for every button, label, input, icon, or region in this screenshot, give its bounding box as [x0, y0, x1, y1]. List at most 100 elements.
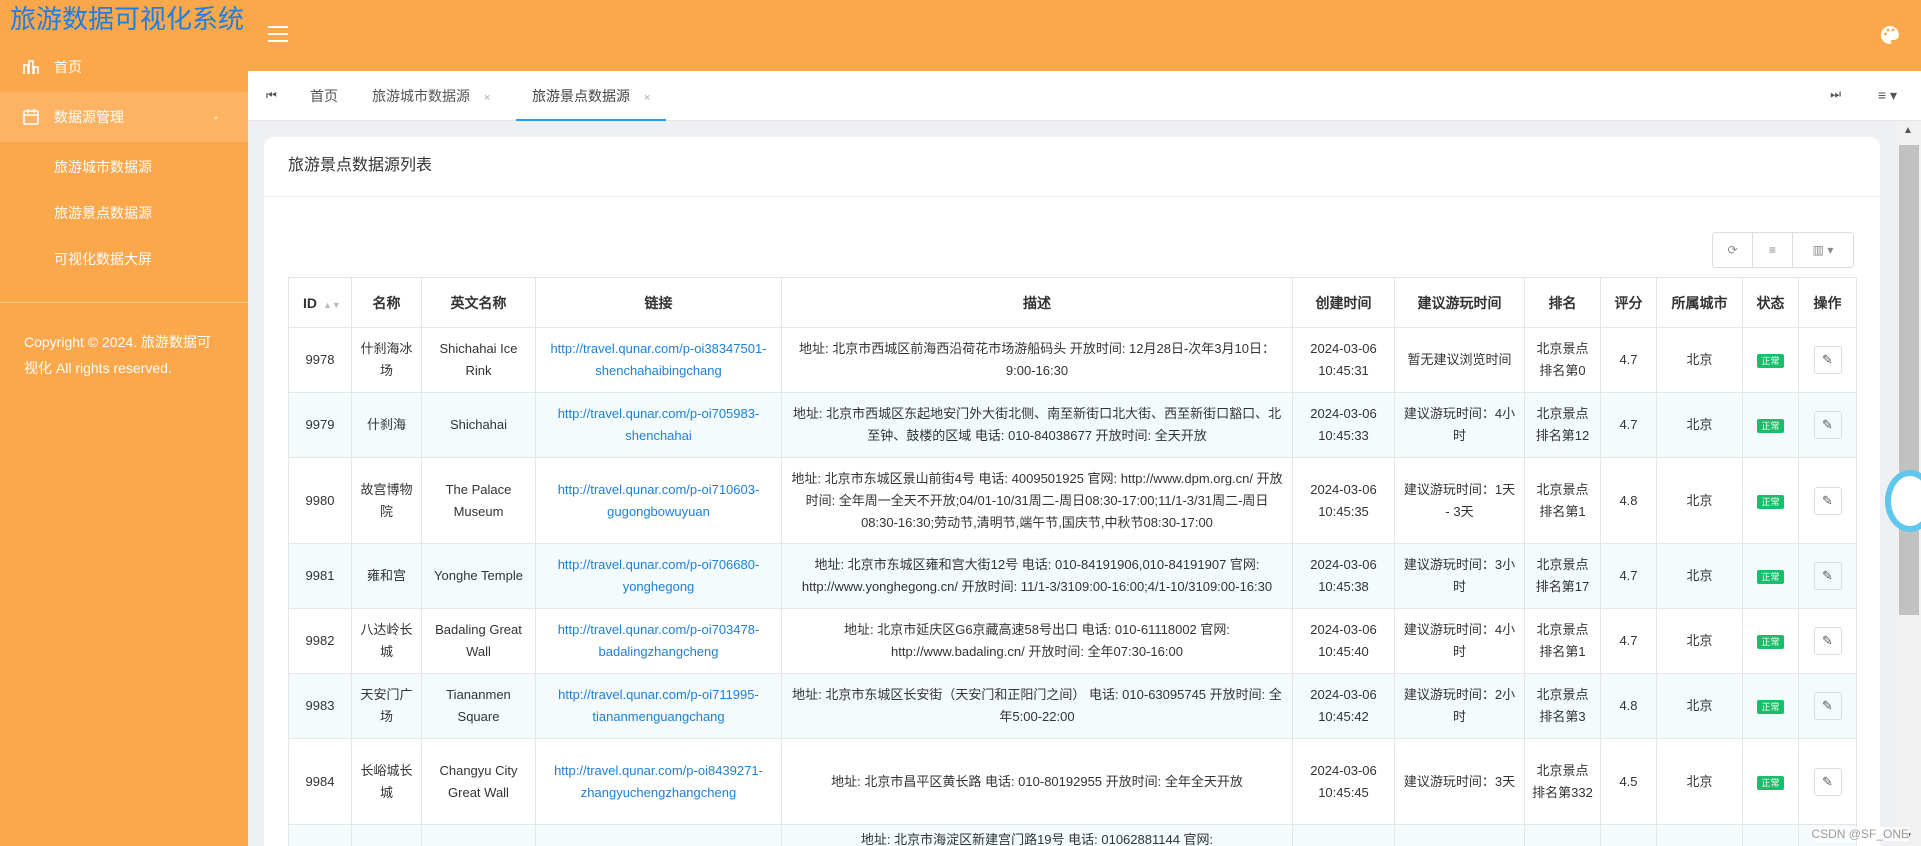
cell-actions: ✎ [1798, 457, 1857, 544]
tab-home[interactable]: 首页 [310, 71, 338, 121]
tab-close-icon[interactable]: × [644, 92, 650, 104]
cell-link: http://travel.qunar.com/p-oi703478-badal… [535, 608, 782, 674]
cell-id: 9979 [288, 392, 352, 458]
cell-city: 北京 [1656, 608, 1743, 674]
cell-rank [1524, 824, 1601, 846]
cell-city: 北京 [1656, 673, 1743, 739]
sidebar-item-datasource[interactable]: 数据源管理 ⌄ [0, 92, 248, 142]
cell-link: http://travel.qunar.com/p-oi710603-gugon… [535, 457, 782, 544]
col-header-city: 所属城市 [1656, 277, 1743, 328]
toggle-view-icon[interactable]: ≡ [1753, 233, 1793, 267]
tab-menu-icon[interactable]: ≡ ▾ [1878, 87, 1897, 104]
spot-link[interactable]: http://travel.qunar.com/p-oi711995-tiana… [558, 687, 759, 724]
cell-city: 北京 [1656, 392, 1743, 458]
tab-prev-icon[interactable]: ⏮ [266, 88, 277, 103]
col-header-actions: 操作 [1798, 277, 1857, 328]
edit-icon[interactable]: ✎ [1813, 767, 1842, 796]
cell-status: 正常 [1742, 327, 1799, 393]
col-header-status: 状态 [1742, 277, 1799, 328]
table-toolbar: ⟳ ≡ ▥ ▾ [1712, 232, 1854, 268]
spot-link[interactable]: http://travel.qunar.com/p-oi706680-yongh… [558, 557, 760, 594]
cell-duration: 建议游玩时间：2小时 [1394, 673, 1525, 739]
edit-icon[interactable]: ✎ [1813, 627, 1842, 655]
cell-created: 2024-03-06 10:45:38 [1292, 543, 1395, 609]
status-badge: 正常 [1757, 570, 1784, 584]
floating-assistant-icon[interactable] [1885, 470, 1921, 532]
sidebar-item-home[interactable]: 首页 [0, 42, 248, 92]
edit-icon[interactable]: ✎ [1813, 346, 1842, 374]
status-badge: 正常 [1757, 494, 1784, 509]
cell-link: http://travel.qunar.com/p-oi711995-tiana… [535, 673, 782, 739]
cell-id: 9981 [288, 543, 352, 609]
sidebar-subitem-spot-datasource[interactable]: 旅游景点数据源 [0, 190, 248, 236]
edit-icon[interactable]: ✎ [1813, 562, 1842, 590]
col-header-rank: 排名 [1524, 277, 1601, 328]
cell-name: 雍和宫 [351, 543, 422, 609]
col-header-created: 创建时间 [1292, 277, 1395, 328]
cell-en-name: Shichahai Ice Rink [421, 327, 536, 393]
cell-desc: 地址: 北京市东城区景山前街4号 电话: 4009501925 官网: http… [781, 457, 1293, 544]
cell-id: 9983 [288, 673, 352, 739]
spot-link[interactable]: http://travel.qunar.com/p-oi703478-badal… [558, 622, 760, 659]
cell-created: 2024-03-06 10:45:42 [1292, 673, 1395, 739]
table-header-row: ID ▲▼ 名称 英文名称 链接 描述 创建时间 建议游玩时间 排名 评分 所属城… [288, 277, 1857, 328]
sidebar-submenu: 旅游城市数据源 旅游景点数据源 可视化数据大屏 [0, 142, 248, 303]
cell-en-name: Shichahai [421, 392, 536, 458]
cell-name: 故宫博物院 [351, 457, 422, 544]
tab-city-datasource[interactable]: 旅游城市数据源 × [372, 71, 490, 121]
cell-id: 9984 [288, 738, 352, 825]
refresh-icon[interactable]: ⟳ [1713, 233, 1753, 267]
cell-desc: 地址: 北京市西城区东起地安门外大街北侧、南至新街口北大街、西至新街口豁口、北至… [781, 392, 1293, 458]
tab-spot-datasource[interactable]: 旅游景点数据源 × [516, 71, 667, 121]
cell-en-name: Yonghe Temple [421, 543, 536, 609]
cell-duration: 建议游玩时间：3小时 [1394, 543, 1525, 609]
cell-actions: ✎ [1798, 673, 1857, 739]
cell-name: 长峪城长城 [351, 738, 422, 825]
cell-duration [1394, 824, 1525, 846]
cell-en-name: The Palace Museum [421, 457, 536, 544]
table-row: 9980 故宫博物院 The Palace Museum http://trav… [288, 457, 1857, 544]
cell-status: 正常 [1742, 543, 1799, 609]
spot-table: ID ▲▼ 名称 英文名称 链接 描述 创建时间 建议游玩时间 排名 评分 所属城… [288, 277, 1857, 846]
col-header-id[interactable]: ID ▲▼ [288, 277, 352, 328]
home-icon [23, 60, 39, 74]
edit-icon[interactable]: ✎ [1813, 411, 1842, 439]
sidebar: 旅游数据可视化系统 首页 数据源管理 ⌄ 旅游城市数据源 旅游景点数据源 可视化… [0, 0, 248, 846]
cell-city: 北京 [1656, 457, 1743, 544]
cell-desc: 地址: 北京市延庆区G6京藏高速58号出口 电话: 010-61118002 官… [781, 608, 1293, 674]
sidebar-subitem-city-datasource[interactable]: 旅游城市数据源 [0, 144, 248, 190]
cell-score: 4.7 [1600, 608, 1657, 674]
cell-en-name: Changyu City Great Wall [421, 738, 536, 825]
tab-close-icon[interactable]: × [484, 92, 490, 104]
cell-rank: 北京景点排名第332 [1524, 738, 1601, 825]
tab-next-icon[interactable]: ⏭ [1830, 87, 1841, 102]
edit-icon[interactable]: ✎ [1813, 486, 1842, 515]
cell-status: 正常 [1742, 457, 1799, 544]
scrollbar-thumb[interactable] [1899, 145, 1919, 615]
columns-icon[interactable]: ▥ ▾ [1793, 233, 1853, 267]
table-row: 9981 雍和宫 Yonghe Temple http://travel.qun… [288, 543, 1857, 609]
spot-link[interactable]: http://travel.qunar.com/p-oi8439271-zhan… [554, 763, 763, 800]
edit-icon[interactable]: ✎ [1813, 692, 1842, 720]
menu-toggle-icon[interactable] [268, 26, 288, 42]
cell-rank: 北京景点排名第12 [1524, 392, 1601, 458]
cell-name: 什刹海 [351, 392, 422, 458]
sidebar-subitem-dashboard[interactable]: 可视化数据大屏 [0, 236, 248, 282]
table-row: 9983 天安门广场 Tiananmen Square http://trave… [288, 673, 1857, 739]
cell-id: 9982 [288, 608, 352, 674]
spot-link[interactable]: http://travel.qunar.com/p-oi710603-gugon… [558, 482, 760, 519]
cell-created: 2024-03-06 10:45:35 [1292, 457, 1395, 544]
cell-duration: 建议游玩时间：4小时 [1394, 392, 1525, 458]
cell-desc: 地址: 北京市东城区雍和宫大街12号 电话: 010-84191906,010-… [781, 543, 1293, 609]
scroll-up-icon[interactable]: ▲ [1903, 125, 1913, 136]
cell-actions: ✎ [1798, 738, 1857, 825]
cell-name: 八达岭长城 [351, 608, 422, 674]
cell-en-name [421, 824, 536, 846]
palette-icon[interactable] [1879, 24, 1901, 46]
cell-actions: ✎ [1798, 327, 1857, 393]
spot-link[interactable]: http://travel.qunar.com/p-oi38347501-she… [550, 341, 766, 378]
cell-score: 4.8 [1600, 673, 1657, 739]
cell-link [535, 824, 782, 846]
spot-link[interactable]: http://travel.qunar.com/p-oi705983-shenc… [558, 406, 760, 443]
cell-score: 4.7 [1600, 392, 1657, 458]
